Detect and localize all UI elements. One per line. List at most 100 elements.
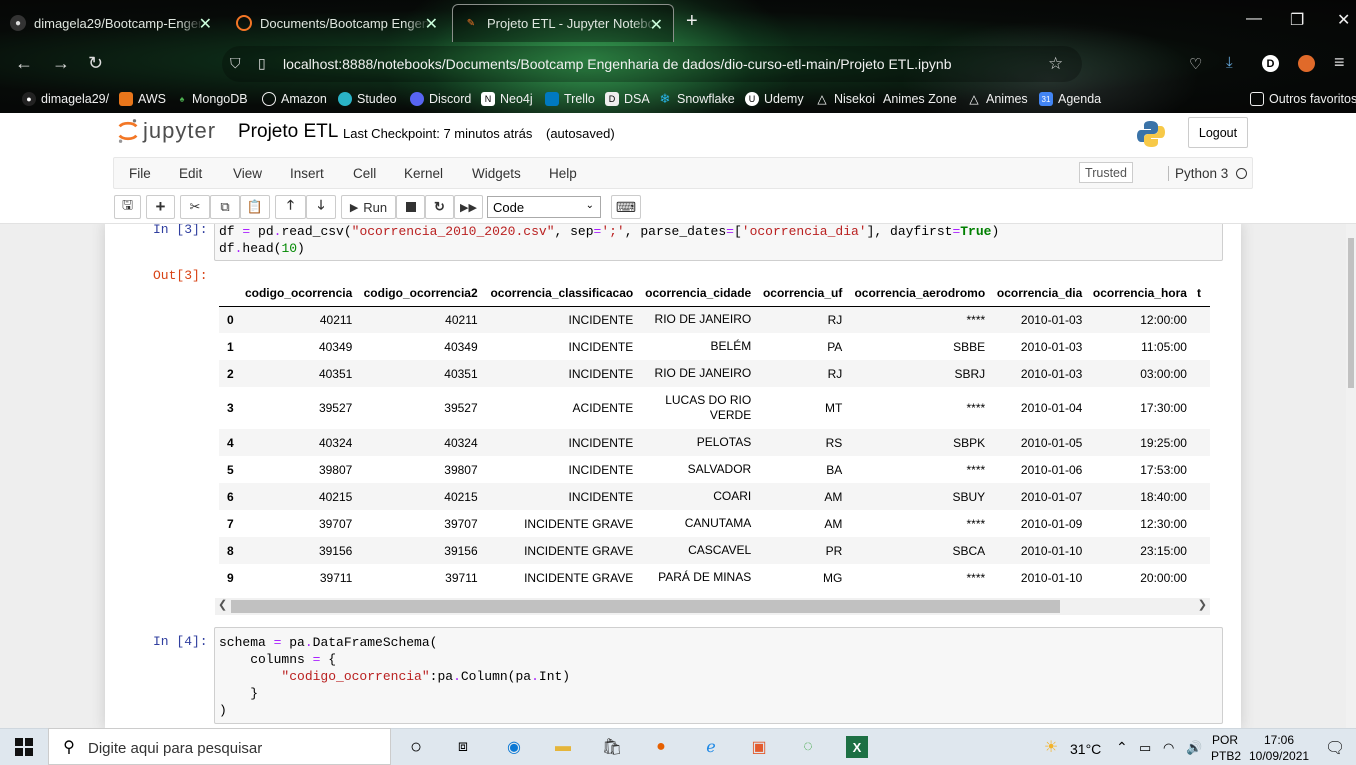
internet-explorer-icon[interactable]: ℯ bbox=[700, 736, 722, 758]
store-icon[interactable]: 🛍 bbox=[601, 736, 623, 758]
weather-icon[interactable]: ☀ bbox=[1040, 736, 1062, 758]
move-down-button[interactable]: 🡓 bbox=[306, 195, 336, 219]
restore-icon[interactable]: ❐ bbox=[1290, 10, 1304, 30]
table-cell: MT bbox=[824, 401, 843, 415]
command-palette-button[interactable]: ⌨ bbox=[611, 195, 641, 219]
menu-cell[interactable]: Cell bbox=[353, 166, 376, 181]
edge-icon[interactable]: ◉ bbox=[503, 736, 525, 758]
bookmark-nisekoi[interactable]: △ Nisekoi bbox=[815, 89, 875, 109]
restart-button[interactable]: ↻ bbox=[425, 195, 454, 219]
firefox-icon[interactable]: ● bbox=[650, 736, 672, 758]
bookmark-aws[interactable]: AWS bbox=[119, 89, 166, 109]
pocket-icon[interactable]: ♡ bbox=[1189, 55, 1202, 73]
close-window-icon[interactable]: ✕ bbox=[1337, 10, 1350, 30]
app-icon[interactable]: ◌ bbox=[797, 736, 819, 758]
bookmark-trello[interactable]: Trello bbox=[545, 89, 595, 109]
language-bottom[interactable]: PTB2 bbox=[1211, 749, 1241, 763]
forward-icon[interactable]: → bbox=[52, 53, 70, 74]
url-text[interactable]: localhost:8888/notebooks/Documents/Bootc… bbox=[283, 56, 952, 72]
new-tab-icon[interactable]: + bbox=[686, 10, 698, 33]
chevron-up-icon[interactable]: ⌃ bbox=[1116, 739, 1128, 756]
star-icon[interactable]: ☆ bbox=[1048, 54, 1063, 74]
restart-run-all-button[interactable]: ▶▶ bbox=[454, 195, 483, 219]
bookmark-neo4j[interactable]: N Neo4j bbox=[481, 89, 533, 109]
file-explorer-icon[interactable]: ▬ bbox=[552, 736, 574, 758]
trusted-indicator[interactable]: Trusted bbox=[1079, 162, 1133, 183]
shield-icon[interactable]: ⛉ bbox=[230, 55, 241, 72]
logout-button[interactable]: Logout bbox=[1188, 117, 1248, 148]
excel-icon[interactable]: X bbox=[846, 736, 868, 758]
bookmark-github[interactable]: ● dimagela29/ bbox=[22, 89, 109, 109]
bookmark-animes[interactable]: △ Animes bbox=[967, 89, 1027, 109]
windows-start-icon[interactable] bbox=[13, 736, 35, 758]
code-cell-4[interactable]: schema = pa.DataFrameSchema( columns = {… bbox=[214, 627, 1223, 724]
close-tab-icon[interactable]: ✕ bbox=[650, 15, 663, 35]
reload-icon[interactable]: ↻ bbox=[88, 53, 103, 74]
menu-edit[interactable]: Edit bbox=[179, 166, 202, 181]
tab-documents[interactable]: Documents/Bootcamp Engenharia ✕ bbox=[226, 4, 448, 42]
insert-cell-button[interactable]: + bbox=[146, 195, 175, 219]
table-cell: RIO DE JANEIRO bbox=[654, 312, 752, 327]
menu-view[interactable]: View bbox=[233, 166, 262, 181]
scroll-left-icon[interactable]: ❮ bbox=[218, 598, 227, 611]
bookmark-amazon[interactable]: Amazon bbox=[262, 89, 327, 109]
minimize-icon[interactable]: — bbox=[1246, 10, 1262, 28]
horizontal-scrollbar[interactable]: ❮ ❯ bbox=[215, 598, 1210, 615]
bookmark-agenda[interactable]: 31 Agenda bbox=[1039, 89, 1101, 109]
download-icon[interactable]: ⤓ bbox=[1226, 54, 1233, 71]
scrollbar-thumb[interactable] bbox=[231, 600, 1060, 613]
weather-temperature[interactable]: 31°C bbox=[1070, 741, 1101, 757]
dsa-icon: D bbox=[605, 92, 619, 106]
wifi-icon[interactable]: ◠ bbox=[1163, 740, 1174, 756]
menu-help[interactable]: Help bbox=[549, 166, 577, 181]
language-top[interactable]: POR bbox=[1212, 733, 1238, 747]
close-tab-icon[interactable]: ✕ bbox=[425, 14, 438, 34]
battery-icon[interactable]: ▭ bbox=[1139, 740, 1151, 756]
bookmark-udemy[interactable]: U Udemy bbox=[745, 89, 804, 109]
bookmark-animes-zone[interactable]: Animes Zone bbox=[883, 89, 957, 109]
cortana-icon[interactable]: ○ bbox=[405, 736, 427, 758]
bookmark-discord[interactable]: Discord bbox=[410, 89, 471, 109]
extension-icon[interactable] bbox=[1298, 55, 1315, 72]
task-view-icon[interactable]: ⧈ bbox=[452, 736, 474, 758]
move-up-button[interactable]: 🡑 bbox=[275, 195, 306, 219]
notifications-icon[interactable]: 🗨 bbox=[1325, 738, 1345, 758]
notebook-title[interactable]: Projeto ETL bbox=[238, 121, 338, 143]
bookmark-other[interactable]: Outros favoritos bbox=[1250, 89, 1356, 109]
tab-projeto-etl[interactable]: ✎ Projeto ETL - Jupyter Notebook ✕ bbox=[452, 4, 674, 42]
menu-file[interactable]: File bbox=[129, 166, 151, 181]
tab-github[interactable]: ● dimagela29/Bootcamp-Engenharia ✕ bbox=[0, 4, 222, 42]
menu-insert[interactable]: Insert bbox=[290, 166, 324, 181]
profile-avatar[interactable]: D bbox=[1262, 55, 1279, 72]
vertical-scrollbar[interactable] bbox=[1346, 224, 1356, 728]
bookmark-snowflake[interactable]: ❄ Snowflake bbox=[658, 89, 735, 109]
interrupt-button[interactable] bbox=[396, 195, 425, 219]
tab-label: dimagela29/Bootcamp-Engenharia bbox=[34, 15, 204, 31]
cut-button[interactable]: ✂ bbox=[180, 195, 210, 219]
code-cell-3[interactable]: df = pd.read_csv("ocorrencia_2010_2020.c… bbox=[214, 224, 1223, 261]
paste-button[interactable]: 📋 bbox=[240, 195, 270, 219]
bookmark-dsa[interactable]: D DSA bbox=[605, 89, 650, 109]
save-button[interactable]: 🖫 bbox=[114, 195, 141, 219]
table-cell: 39707 bbox=[318, 516, 353, 531]
kernel-name[interactable]: Python 3 bbox=[1168, 166, 1228, 181]
scrollbar-thumb[interactable] bbox=[1348, 238, 1354, 388]
back-icon[interactable]: ← bbox=[15, 53, 33, 74]
menu-kernel[interactable]: Kernel bbox=[404, 166, 443, 181]
copy-button[interactable]: ⧉ bbox=[210, 195, 240, 219]
menu-icon[interactable]: ≡ bbox=[1334, 52, 1345, 73]
jupyter-logo[interactable]: jupyter bbox=[117, 118, 216, 144]
media-player-icon[interactable]: ▣ bbox=[748, 736, 770, 758]
paste-icon: 📋 bbox=[246, 199, 264, 214]
close-tab-icon[interactable]: ✕ bbox=[199, 14, 212, 34]
volume-icon[interactable]: 🔊 bbox=[1186, 740, 1202, 756]
bookmark-mongodb[interactable]: ♠ MongoDB bbox=[177, 89, 248, 109]
cell-type-select[interactable]: Code ⌄ bbox=[487, 196, 601, 218]
bookmark-studeo[interactable]: Studeo bbox=[338, 89, 397, 109]
studeo-icon bbox=[338, 92, 352, 106]
run-button[interactable]: ▶ Run bbox=[341, 195, 396, 219]
clock-time[interactable]: 17:06 bbox=[1264, 733, 1294, 747]
menu-widgets[interactable]: Widgets bbox=[472, 166, 521, 181]
scroll-right-icon[interactable]: ❯ bbox=[1198, 598, 1207, 611]
clock-date[interactable]: 10/09/2021 bbox=[1249, 749, 1309, 763]
